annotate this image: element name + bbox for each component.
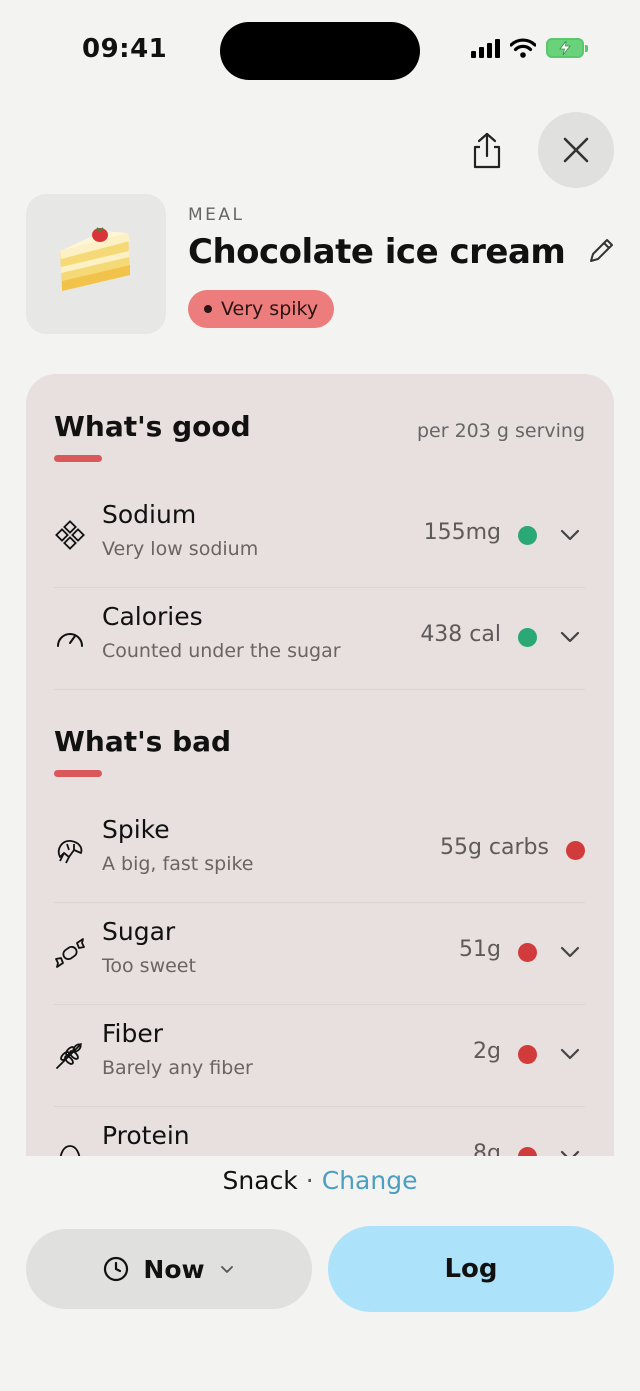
nutrient-row-fiber[interactable]: Fiber Barely any fiber 2g <box>54 1005 585 1107</box>
meal-thumbnail <box>26 194 166 334</box>
clock-icon <box>104 1256 129 1282</box>
status-dot-bad <box>566 841 585 860</box>
time-selector-button[interactable]: Now <box>26 1229 312 1309</box>
share-button[interactable] <box>462 126 512 176</box>
dynamic-island <box>220 22 420 80</box>
status-dot-good <box>518 526 537 545</box>
change-meal-type-link[interactable]: Change <box>322 1166 418 1195</box>
meal-type-label: Snack <box>222 1166 298 1195</box>
nutrient-value: 8g <box>473 1141 501 1156</box>
status-dot-good <box>518 628 537 647</box>
meal-title: Chocolate ice cream <box>188 232 566 272</box>
badge-label: Very spiky <box>221 298 319 320</box>
nutrient-subtitle: Barely any fiber <box>102 1057 253 1079</box>
time-selector-label: Now <box>143 1254 205 1284</box>
nutrient-row-sodium[interactable]: Sodium Very low sodium 155mg <box>54 486 585 588</box>
status-dot-bad <box>518 1045 537 1064</box>
close-button[interactable] <box>538 112 614 188</box>
nutrient-title: Spike <box>102 815 170 844</box>
egg-icon <box>59 1145 81 1156</box>
meal-type-separator: · <box>305 1166 314 1195</box>
croissant-icon <box>57 840 83 864</box>
nutrient-subtitle: Too sweet <box>102 955 196 977</box>
nutrient-value: 2g <box>473 1039 501 1064</box>
bad-section-underline <box>54 770 102 777</box>
nutrient-subtitle: Very low sodium <box>102 538 259 560</box>
edit-title-button[interactable] <box>586 236 616 266</box>
chevron-down-icon <box>220 1266 233 1273</box>
log-button[interactable]: Log <box>328 1226 614 1312</box>
nutrition-card[interactable]: What's good per 203 g serving Sodium Ver… <box>26 374 614 1156</box>
bad-section-heading: What's bad <box>54 725 232 758</box>
chevron-down-icon[interactable] <box>559 524 581 546</box>
cellular-signal-icon <box>471 38 500 58</box>
candy-icon <box>55 938 85 968</box>
nutrient-value: 155mg <box>423 520 501 545</box>
chevron-down-icon[interactable] <box>559 626 581 648</box>
cake-slice-icon <box>60 227 130 291</box>
nutrient-row-spike[interactable]: Spike A big, fast spike 55g carbs <box>54 801 585 903</box>
nutrient-value: 438 cal <box>420 622 501 647</box>
nutrient-title: Protein <box>102 1121 190 1150</box>
nutrient-title: Sugar <box>102 917 176 946</box>
sodium-icon <box>55 520 85 550</box>
nutrient-value: 51g <box>459 937 501 962</box>
nutrient-value: 55g carbs <box>439 835 549 860</box>
gauge-icon <box>57 633 83 647</box>
meal-type-row: Snack · Change <box>0 1166 640 1195</box>
nutrient-row-protein[interactable]: Protein 8g <box>54 1107 585 1156</box>
nutrient-title: Sodium <box>102 500 197 529</box>
status-dot-bad <box>518 943 537 962</box>
battery-charging-icon <box>546 38 588 58</box>
close-icon <box>563 137 589 163</box>
spike-level-badge: Very spiky <box>188 290 335 328</box>
wifi-icon <box>510 38 536 58</box>
chevron-down-icon[interactable] <box>559 941 581 963</box>
serving-size: per 203 g serving <box>416 420 585 442</box>
status-dot-bad <box>518 1147 537 1156</box>
meal-kind-label: MEAL <box>188 205 245 225</box>
good-section-heading: What's good <box>54 410 251 443</box>
nutrient-subtitle: A big, fast spike <box>102 853 254 875</box>
chevron-down-icon[interactable] <box>559 1145 581 1156</box>
status-icons <box>471 38 588 58</box>
status-time: 09:41 <box>82 34 168 64</box>
nutrient-title: Fiber <box>102 1019 164 1048</box>
nutrient-title: Calories <box>102 602 203 631</box>
pencil-icon <box>590 239 613 262</box>
status-bar: 09:41 <box>0 0 640 100</box>
nutrient-row-sugar[interactable]: Sugar Too sweet 51g <box>54 903 585 1005</box>
chevron-down-icon[interactable] <box>559 1043 581 1065</box>
share-icon <box>473 132 501 169</box>
wheat-icon <box>56 1043 82 1069</box>
good-section-underline <box>54 455 102 462</box>
badge-dot <box>204 305 212 313</box>
nutrient-subtitle: Counted under the sugar <box>102 640 341 662</box>
nutrient-row-calories[interactable]: Calories Counted under the sugar 438 cal <box>54 588 585 690</box>
